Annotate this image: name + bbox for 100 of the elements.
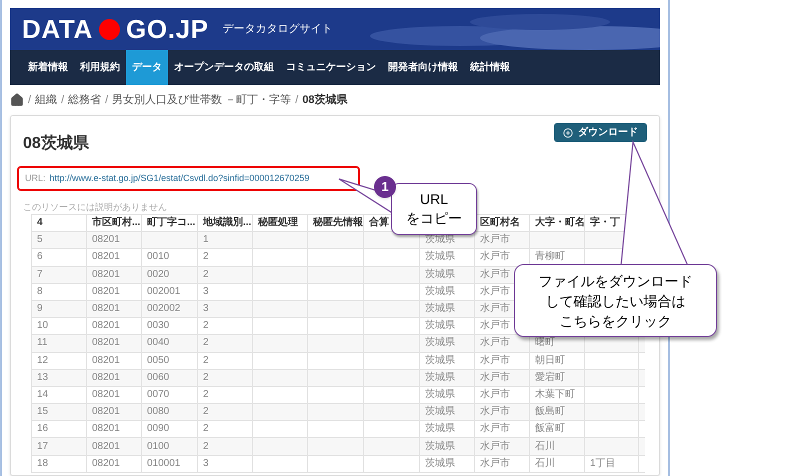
column-header: 字・丁 [590, 218, 620, 228]
table-cell: 木葉下町 [535, 390, 575, 400]
table-cell: 18 [37, 458, 48, 469]
table-cell: 14 [37, 390, 48, 400]
table-cell: 15 [37, 407, 48, 418]
url-link[interactable]: http://www.e-stat.go.jp/SG1/estat/Csvdl.do?sinfid=000012670259 [50, 172, 310, 186]
table-cell: 石川 [535, 458, 555, 469]
table-cell: 2 [203, 424, 209, 434]
table-cell: 0060 [147, 372, 170, 383]
table-cell: 2 [203, 270, 209, 280]
table-cell: 茨城県 [425, 270, 455, 280]
table-cell: 12 [37, 356, 48, 366]
table-cell: 茨城県 [425, 252, 455, 262]
breadcrumb-link[interactable]: 08茨城県 [302, 92, 348, 108]
table-cell: 朝日町 [535, 356, 565, 366]
table-cell: 08201 [92, 270, 120, 280]
breadcrumb-separator: / [105, 92, 108, 108]
table-cell: 水戸市 [480, 442, 510, 452]
nav-tab[interactable]: 開発者向け情報 [382, 50, 464, 85]
breadcrumb-separator: / [61, 92, 64, 108]
breadcrumb-link[interactable]: 総務省 [68, 92, 102, 108]
column-header: 区町村名 [480, 218, 520, 228]
table-cell: 水戸市 [480, 424, 510, 434]
column-header: 合算 [369, 218, 389, 228]
breadcrumb-link[interactable]: 組織 [35, 92, 58, 108]
table-cell: 08201 [92, 442, 120, 452]
table-cell: 茨城県 [425, 407, 455, 418]
table-cell: 08201 [92, 252, 120, 262]
table-cell: 2 [203, 442, 209, 452]
nav-tab[interactable]: コミュニケーション [280, 50, 382, 85]
table-cell: 1丁目 [590, 458, 616, 469]
table-cell: 010001 [147, 458, 180, 469]
home-icon[interactable] [10, 93, 24, 107]
table-cell: 水戸市 [480, 252, 510, 262]
table-cell: 08201 [92, 338, 120, 348]
nav-tab[interactable]: 統計情報 [464, 50, 516, 85]
table-cell: 茨城県 [425, 304, 455, 314]
table-cell: 3 [203, 458, 209, 469]
table-cell: 水戸市 [480, 321, 510, 332]
logo-text: GO.JP [126, 16, 209, 42]
nav-tab[interactable]: 利用規約 [74, 50, 126, 85]
breadcrumb-separator: / [295, 92, 298, 108]
table-cell: 16 [37, 424, 48, 434]
table-cell: 石川 [535, 442, 555, 452]
table-cell: 10 [37, 321, 48, 332]
column-header: 4 [37, 218, 43, 228]
table-cell: 茨城県 [425, 442, 455, 452]
table-cell: 青柳町 [535, 252, 565, 262]
table-cell: 08201 [92, 424, 120, 434]
site-tagline: データカタログサイト [222, 20, 333, 37]
table-cell: 08201 [92, 304, 120, 314]
table-cell: 曙町 [535, 338, 555, 348]
column-header: 市区町村... [92, 218, 140, 228]
table-cell: 2 [203, 252, 209, 262]
table-cell: 08201 [92, 407, 120, 418]
table-cell: 茨城県 [425, 356, 455, 366]
table-cell: 茨城県 [425, 286, 455, 297]
table-cell: 13 [37, 372, 48, 383]
table-cell: 3 [203, 304, 209, 314]
resource-title: 08茨城県 [23, 134, 89, 154]
table-cell: 0070 [147, 390, 170, 400]
column-header: 秘匿処理 [258, 218, 298, 228]
column-header: 町丁字コ... [147, 218, 196, 228]
table-cell: 08201 [92, 321, 120, 332]
callout-text: ファイルをダウンロード して確認したい場合は こちらをクリック [538, 272, 692, 330]
table-cell: 002002 [147, 304, 180, 314]
table-cell: 2 [203, 372, 209, 383]
table-cell: 08201 [92, 356, 120, 366]
table-cell: 水戸市 [480, 458, 510, 469]
logo-text: DATA [22, 16, 93, 42]
plus-circle-icon [563, 128, 573, 138]
table-cell: 08201 [92, 372, 120, 383]
table-cell: 0040 [147, 338, 170, 348]
table-cell: 3 [203, 286, 209, 297]
table-cell: 愛宕町 [535, 372, 565, 383]
download-button[interactable]: ダウンロード [554, 123, 647, 142]
table-cell: 水戸市 [480, 407, 510, 418]
table-cell: 2 [203, 390, 209, 400]
table-cell: 飯島町 [535, 407, 565, 418]
table-cell: 7 [37, 270, 43, 280]
table-cell: 2 [203, 356, 209, 366]
table-cell: 11 [37, 338, 48, 348]
table-cell: 0010 [147, 252, 170, 262]
table-cell: 5 [37, 235, 43, 246]
table-cell: 茨城県 [425, 458, 455, 469]
table-cell: 水戸市 [480, 372, 510, 383]
breadcrumb-separator: / [28, 92, 32, 108]
table-cell: 1 [203, 235, 209, 246]
table-cell: 水戸市 [480, 304, 510, 314]
column-header: 地域識別... [203, 218, 252, 228]
table-cell: 茨城県 [425, 372, 455, 383]
table-cell: 0030 [147, 321, 170, 332]
nav-tab[interactable]: オープンデータの取組 [168, 50, 280, 85]
nav-tab[interactable]: 新着情報 [22, 50, 74, 85]
table-cell: 0080 [147, 407, 170, 418]
table-cell: 2 [203, 407, 209, 418]
table-cell: 茨城県 [425, 390, 455, 400]
table-cell: 6 [37, 252, 43, 262]
breadcrumb-link[interactable]: 男女別人口及び世帯数 －町丁・字等 [112, 92, 292, 108]
table-cell: 17 [37, 442, 48, 452]
